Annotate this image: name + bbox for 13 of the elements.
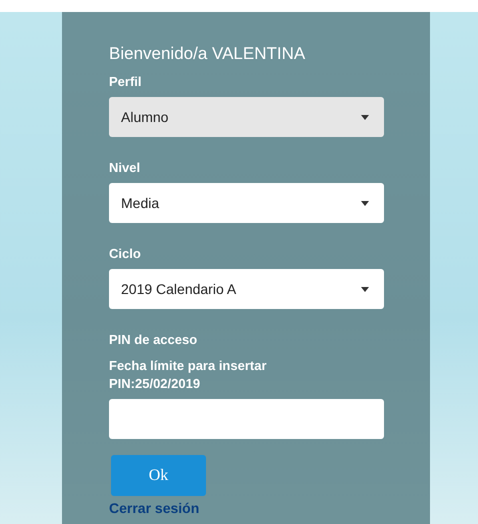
field-label: Nivel	[109, 160, 142, 175]
welcome-title: Bienvenido/a VALENTINA	[109, 44, 306, 64]
field-label: PIN de acceso	[109, 332, 198, 347]
field-label: Perfil	[109, 74, 143, 89]
field-label: Ciclo	[109, 246, 142, 261]
caret-icon	[361, 286, 369, 292]
deadline-text: Fecha límite para insertar PIN:25/02/2019	[109, 357, 268, 393]
dropdown[interactable]: Media	[109, 183, 384, 223]
caret-icon	[361, 200, 369, 206]
caret-icon	[361, 114, 369, 120]
ok-button[interactable]: Ok	[111, 455, 206, 496]
dropdown[interactable]: 2019 Calendario A	[109, 269, 384, 309]
pin-input-field[interactable]	[109, 399, 384, 439]
